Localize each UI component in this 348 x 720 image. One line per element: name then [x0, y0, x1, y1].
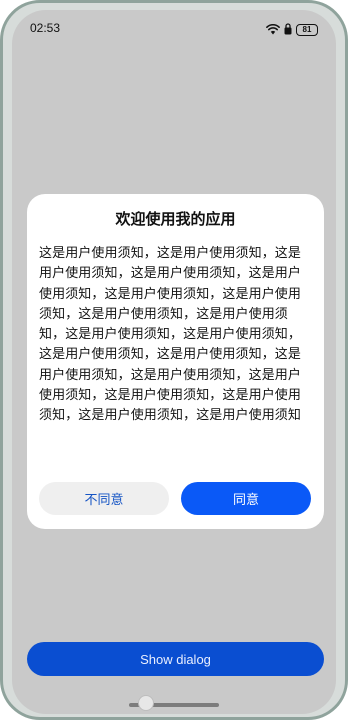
- status-time: 02:53: [30, 21, 61, 35]
- status-bar: 02:53 81: [12, 10, 336, 46]
- device-frame: 02:53 81 欢迎使用我的应用 这是用户使用须知，这是用户使用须知，这是用户…: [0, 0, 348, 720]
- disagree-button[interactable]: 不同意: [39, 482, 169, 515]
- user-agreement-dialog: 欢迎使用我的应用 这是用户使用须知，这是用户使用须知，这是用户使用须知，这是用户…: [27, 194, 324, 529]
- agree-button[interactable]: 同意: [181, 482, 311, 515]
- dialog-title: 欢迎使用我的应用: [115, 210, 236, 228]
- show-dialog-button[interactable]: Show dialog: [27, 642, 324, 676]
- lock-icon: [284, 20, 292, 39]
- dialog-body-text: 这是用户使用须知，这是用户使用须知，这是用户使用须知，这是用户使用须知，这是用户…: [39, 246, 302, 424]
- battery-icon: 81: [296, 23, 318, 36]
- screen: 02:53 81 欢迎使用我的应用 这是用户使用须知，这是用户使用须知，这是用户…: [12, 10, 336, 714]
- wifi-icon: [266, 20, 280, 39]
- status-icons: 81: [266, 20, 318, 39]
- camera-dot: [138, 695, 154, 711]
